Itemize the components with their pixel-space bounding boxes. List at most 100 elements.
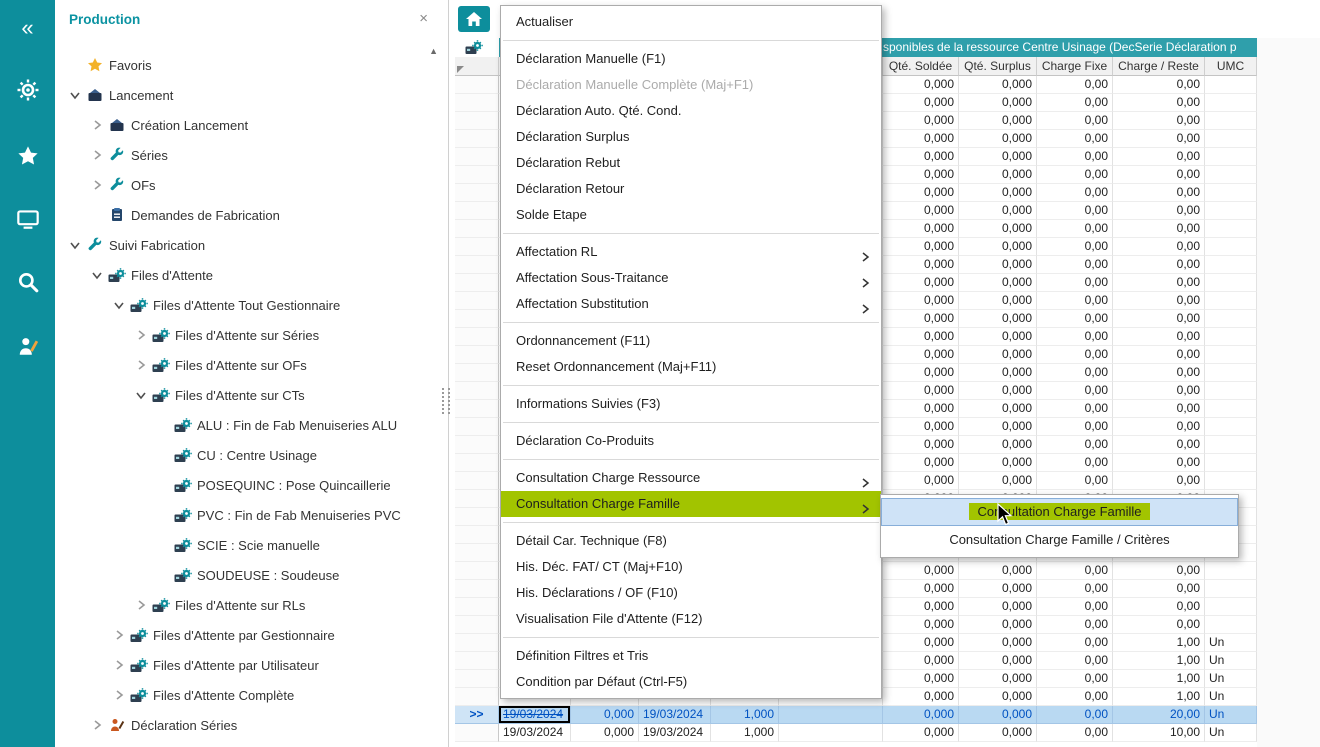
chevron-down-icon[interactable] [87, 268, 107, 282]
home-button[interactable] [458, 6, 490, 32]
row-marker-cell [455, 526, 499, 544]
menu-item[interactable]: Détail Car. Technique (F8) [501, 528, 881, 554]
column-header[interactable]: UMC [1205, 57, 1257, 76]
menu-item[interactable]: Ordonnancement (F11) [501, 328, 881, 354]
tree-item[interactable]: Files d'Attente sur CTs [55, 380, 430, 410]
menu-item[interactable]: His. Déc. FAT/ CT (Maj+F10) [501, 554, 881, 580]
expander-spacer [87, 208, 107, 222]
menu-item[interactable]: Déclaration Manuelle (F1) [501, 46, 881, 72]
tree-item[interactable]: Files d'Attente sur Séries [55, 320, 430, 350]
tree-item[interactable]: Lancement [55, 80, 430, 110]
chevron-right-icon[interactable] [131, 358, 151, 372]
table-row[interactable]: 19/03/20240,00019/03/20241,0000,0000,000… [455, 724, 1257, 742]
cell: 0,00 [1037, 688, 1113, 706]
tree-item[interactable]: Files d'Attente par Utilisateur [55, 650, 430, 680]
tree-item[interactable]: Séries [55, 140, 430, 170]
menu-item[interactable]: Affectation RL [501, 239, 881, 265]
tree-item[interactable]: Files d'Attente Tout Gestionnaire [55, 290, 430, 320]
tree-item[interactable]: OFs [55, 170, 430, 200]
tree-item[interactable]: Favoris [55, 50, 430, 80]
menu-item[interactable]: Affectation Sous-Traitance [501, 265, 881, 291]
menu-item[interactable]: Définition Filtres et Tris [501, 643, 881, 669]
menu-item[interactable]: Solde Etape [501, 202, 881, 228]
tree-item[interactable]: POSEQUINC : Pose Quincaillerie [55, 470, 430, 500]
chevron-right-icon[interactable] [87, 718, 107, 732]
cell: 0,000 [959, 688, 1037, 706]
chevron-down-icon[interactable] [65, 238, 85, 252]
search-icon[interactable] [0, 260, 55, 304]
declaration-icon[interactable] [0, 324, 55, 368]
collapse-panel-icon[interactable]: « [0, 6, 55, 50]
column-header[interactable]: Qté. Surplus [959, 57, 1037, 76]
chevron-down-icon[interactable] [131, 388, 151, 402]
menu-item[interactable]: Affectation Substitution [501, 291, 881, 317]
queue-tab-icon[interactable] [461, 39, 487, 56]
menu-item[interactable]: Déclaration Auto. Qté. Cond. [501, 98, 881, 124]
settings-gear-icon[interactable] [0, 68, 55, 112]
menu-item[interactable]: His. Déclarations / OF (F10) [501, 580, 881, 606]
tree-item[interactable]: Files d'Attente sur RLs [55, 590, 430, 620]
tree-item[interactable]: SOUDEUSE : Soudeuse [55, 560, 430, 590]
tree-item[interactable]: CU : Centre Usinage [55, 440, 430, 470]
tree-item[interactable]: Demandes de Fabrication [55, 200, 430, 230]
chevron-right-icon[interactable] [87, 118, 107, 132]
chevron-right-icon[interactable] [109, 658, 129, 672]
tree-item[interactable]: ALU : Fin de Fab Menuiseries ALU [55, 410, 430, 440]
menu-item-highlighted[interactable]: Consultation Charge Famille [501, 491, 881, 517]
chevron-right-icon[interactable] [131, 328, 151, 342]
menu-item[interactable]: Déclaration Manuelle Complète (Maj+F1) [501, 72, 881, 98]
column-header[interactable]: Charge / Reste [1113, 57, 1205, 76]
table-row-selected[interactable]: >>19/03/20240,00019/03/20241,0000,0000,0… [455, 706, 1257, 724]
chevron-down-icon[interactable] [65, 88, 85, 102]
tree-item[interactable]: Files d'Attente [55, 260, 430, 290]
chevron-right-icon[interactable] [131, 598, 151, 612]
tree-item-label: Files d'Attente sur CTs [175, 388, 305, 403]
cell: Un [1205, 688, 1257, 706]
chevron-right-icon[interactable] [109, 628, 129, 642]
tree-item[interactable]: Files d'Attente sur OFs [55, 350, 430, 380]
column-header[interactable]: Qté. Soldée [883, 57, 959, 76]
menu-item[interactable]: Déclaration Rebut [501, 150, 881, 176]
tree-item-label: Files d'Attente Complète [153, 688, 294, 703]
cell: 0,000 [883, 472, 959, 490]
tree-rows: FavorisLancementCréation LancementSéries… [55, 50, 430, 740]
menu-item[interactable]: Déclaration Retour [501, 176, 881, 202]
menu-item[interactable]: Déclaration Surplus [501, 124, 881, 150]
cell: 0,000 [959, 202, 1037, 220]
cell: 0,00 [1037, 454, 1113, 472]
cell: 19/03/2024 [499, 706, 571, 724]
tree-item[interactable]: SCIE : Scie manuelle [55, 530, 430, 560]
menu-item[interactable]: Condition par Défaut (Ctrl-F5) [501, 669, 881, 695]
tree-item[interactable]: PVC : Fin de Fab Menuiseries PVC [55, 500, 430, 530]
chevron-right-icon[interactable] [109, 688, 129, 702]
column-header-empty[interactable] [455, 57, 499, 76]
menu-item[interactable]: Actualiser [501, 9, 881, 35]
chevron-down-icon[interactable] [109, 298, 129, 312]
cell: Un [1205, 634, 1257, 652]
scroll-up-arrow-icon[interactable]: ▲ [429, 46, 438, 56]
cell: 0,000 [959, 76, 1037, 94]
menu-item[interactable]: Visualisation File d'Attente (F12) [501, 606, 881, 632]
menu-item[interactable]: Informations Suivies (F3) [501, 391, 881, 417]
tree-item[interactable]: Création Lancement [55, 110, 430, 140]
cell [1205, 346, 1257, 364]
menu-item[interactable]: Reset Ordonnancement (Maj+F11) [501, 354, 881, 380]
monitor-icon[interactable] [0, 198, 55, 242]
menu-item[interactable]: Déclaration Co-Produits [501, 428, 881, 454]
submenu-item[interactable]: Consultation Charge Famille / Critères [881, 526, 1238, 554]
column-header[interactable]: Charge Fixe [1037, 57, 1113, 76]
menu-item[interactable]: Consultation Charge Ressource [501, 465, 881, 491]
cell: 0,000 [883, 724, 959, 742]
tree-item[interactable]: Files d'Attente par Gestionnaire [55, 620, 430, 650]
cell: 0,000 [883, 364, 959, 382]
panel-splitter-handle[interactable] [442, 388, 450, 414]
cell: 0,00 [1037, 76, 1113, 94]
tree-item[interactable]: Files d'Attente Complète [55, 680, 430, 710]
tree-item[interactable]: Déclaration Séries [55, 710, 430, 740]
close-icon[interactable]: × [419, 10, 428, 27]
submenu-item-highlighted[interactable]: Consultation Charge Famille [881, 498, 1238, 526]
tree-item[interactable]: Suivi Fabrication [55, 230, 430, 260]
chevron-right-icon[interactable] [87, 148, 107, 162]
chevron-right-icon[interactable] [87, 178, 107, 192]
favorites-star-icon[interactable] [0, 134, 55, 178]
